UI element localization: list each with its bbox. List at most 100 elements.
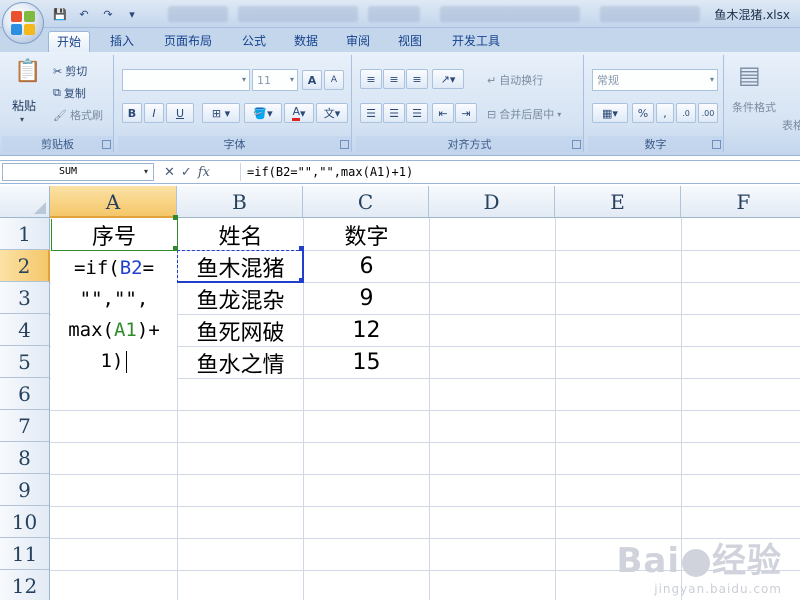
cell-c1[interactable]: 数字	[304, 219, 429, 250]
row-header-1[interactable]: 1	[0, 218, 50, 250]
accounting-icon: ▦▾	[602, 106, 618, 120]
column-header-e[interactable]: E	[555, 186, 681, 218]
dialog-launcher-icon[interactable]	[340, 140, 349, 149]
row-header-5[interactable]: 5	[0, 346, 50, 378]
b2-reference-handle[interactable]	[299, 278, 304, 283]
cell-a2-editor[interactable]: =if(B2= "","", max(A1)+ 1)	[51, 251, 177, 381]
row-header-9[interactable]: 9	[0, 474, 50, 506]
increase-decimal-button[interactable]: .0	[676, 103, 696, 123]
background-window-tab	[368, 6, 420, 22]
formula-line: "","",	[79, 288, 149, 310]
column-header-b[interactable]: B	[177, 186, 303, 218]
orientation-button[interactable]: ↗▾	[432, 69, 464, 89]
conditional-format-button[interactable]: 条件格式	[732, 99, 776, 115]
column-header-d[interactable]: D	[429, 186, 555, 218]
cell-b4[interactable]: 鱼死网破	[178, 315, 303, 346]
row-header-3[interactable]: 3	[0, 282, 50, 314]
fill-color-button[interactable]: 🪣▾	[244, 103, 282, 123]
wrap-text-button[interactable]: ↵ 自动换行	[486, 70, 582, 90]
font-name-dropdown[interactable]: ▾	[122, 69, 250, 91]
font-color-button[interactable]: A ▾	[284, 103, 314, 123]
tab-home[interactable]: 开始	[48, 31, 91, 52]
copy-button[interactable]: ⧉ 复制	[52, 83, 112, 103]
comma-button[interactable]: ,	[656, 103, 674, 123]
format-painter-button[interactable]: 🖌 格式刷	[52, 105, 114, 125]
increase-indent-button[interactable]: ⇥	[455, 103, 477, 123]
tab-developer[interactable]: 开发工具	[444, 31, 508, 52]
underline-button[interactable]: U	[166, 103, 194, 123]
align-center-button[interactable]: ☰	[383, 103, 405, 123]
cell-b1[interactable]: 姓名	[178, 219, 303, 250]
bold-button[interactable]: B	[122, 103, 142, 123]
row-header-2[interactable]: 2	[0, 250, 50, 282]
tab-data[interactable]: 数据	[286, 31, 326, 52]
enter-icon[interactable]: ✓	[181, 165, 192, 180]
tab-formulas[interactable]: 公式	[234, 31, 274, 52]
row-header-4[interactable]: 4	[0, 314, 50, 346]
percent-button[interactable]: %	[632, 103, 654, 123]
cut-button[interactable]: ✂ 剪切	[52, 61, 112, 81]
office-button[interactable]	[2, 2, 44, 44]
customize-toolbar-icon[interactable]: ▾	[122, 5, 142, 23]
row-header-10[interactable]: 10	[0, 506, 50, 538]
insert-function-icon[interactable]: fx	[198, 165, 210, 180]
shrink-font-button[interactable]: A	[324, 70, 344, 90]
tab-view[interactable]: 视图	[390, 31, 430, 52]
cell-c5[interactable]: 15	[304, 347, 429, 378]
formula-input[interactable]: =if(B2="","",max(A1)+1)	[240, 163, 798, 181]
select-all-button[interactable]	[0, 186, 50, 218]
row-header-6[interactable]: 6	[0, 378, 50, 410]
increase-indent-icon: ⇥	[461, 106, 471, 120]
align-right-button[interactable]: ☰	[406, 103, 428, 123]
align-bottom-button[interactable]: ≡	[406, 69, 428, 89]
tab-review[interactable]: 审阅	[338, 31, 378, 52]
merge-center-button[interactable]: ⊟ 合并后居中 ▾	[486, 104, 582, 124]
align-top-button[interactable]: ≡	[360, 69, 382, 89]
font-size-dropdown[interactable]: 11 ▾	[252, 69, 298, 91]
row-header-12[interactable]: 12	[0, 570, 50, 600]
column-header-a[interactable]: A	[50, 186, 177, 218]
align-left-button[interactable]: ☰	[360, 103, 382, 123]
decrease-decimal-button[interactable]: .00	[698, 103, 718, 123]
formula-line: max(A1)+	[68, 319, 160, 341]
dialog-launcher-icon[interactable]	[572, 140, 581, 149]
redo-icon[interactable]: ↷	[98, 5, 118, 23]
undo-icon[interactable]: ↶	[74, 5, 94, 23]
name-box[interactable]: SUM	[2, 163, 154, 181]
format-as-table-button[interactable]: 表格	[782, 117, 800, 133]
a1-reference-handle[interactable]	[173, 246, 178, 251]
save-icon[interactable]: 💾	[50, 5, 70, 23]
column-header-c[interactable]: C	[303, 186, 429, 218]
conditional-format-icon[interactable]: ▤	[738, 61, 761, 89]
number-format-dropdown[interactable]: 常规 ▾	[592, 69, 718, 91]
align-middle-button[interactable]: ≡	[383, 69, 405, 89]
dialog-launcher-icon[interactable]	[102, 140, 111, 149]
phonetic-button[interactable]: 文▾	[316, 103, 348, 123]
tab-insert[interactable]: 插入	[102, 31, 142, 52]
cancel-icon[interactable]: ✕	[164, 165, 175, 180]
row-header-11[interactable]: 11	[0, 538, 50, 570]
paste-button[interactable]: 粘贴	[12, 97, 36, 114]
name-box-dropdown-icon[interactable]: ▾	[144, 167, 148, 176]
accounting-button[interactable]: ▦▾	[592, 103, 628, 123]
grow-font-button[interactable]: A	[302, 70, 322, 90]
b2-reference-handle[interactable]	[299, 246, 304, 251]
align-right-icon: ☰	[412, 106, 422, 120]
cell-b3[interactable]: 鱼龙混杂	[178, 283, 303, 314]
cell-b5[interactable]: 鱼水之情	[178, 347, 303, 378]
column-header-f[interactable]: F	[681, 186, 800, 218]
dialog-launcher-icon[interactable]	[712, 140, 721, 149]
row-header-8[interactable]: 8	[0, 442, 50, 474]
tab-page-layout[interactable]: 页面布局	[156, 31, 220, 52]
paste-dropdown-icon[interactable]: ▾	[20, 115, 24, 124]
borders-button[interactable]: ⊞ ▾	[202, 103, 240, 123]
decrease-indent-icon: ⇤	[438, 106, 448, 120]
cell-c4[interactable]: 12	[304, 315, 429, 346]
italic-button[interactable]: I	[144, 103, 164, 123]
row-header-7[interactable]: 7	[0, 410, 50, 442]
a1-reference-handle[interactable]	[173, 215, 178, 220]
cell-c3[interactable]: 9	[304, 283, 429, 314]
decrease-indent-button[interactable]: ⇤	[432, 103, 454, 123]
paste-icon[interactable]: 📋	[14, 59, 41, 84]
cell-c2[interactable]: 6	[304, 251, 429, 282]
